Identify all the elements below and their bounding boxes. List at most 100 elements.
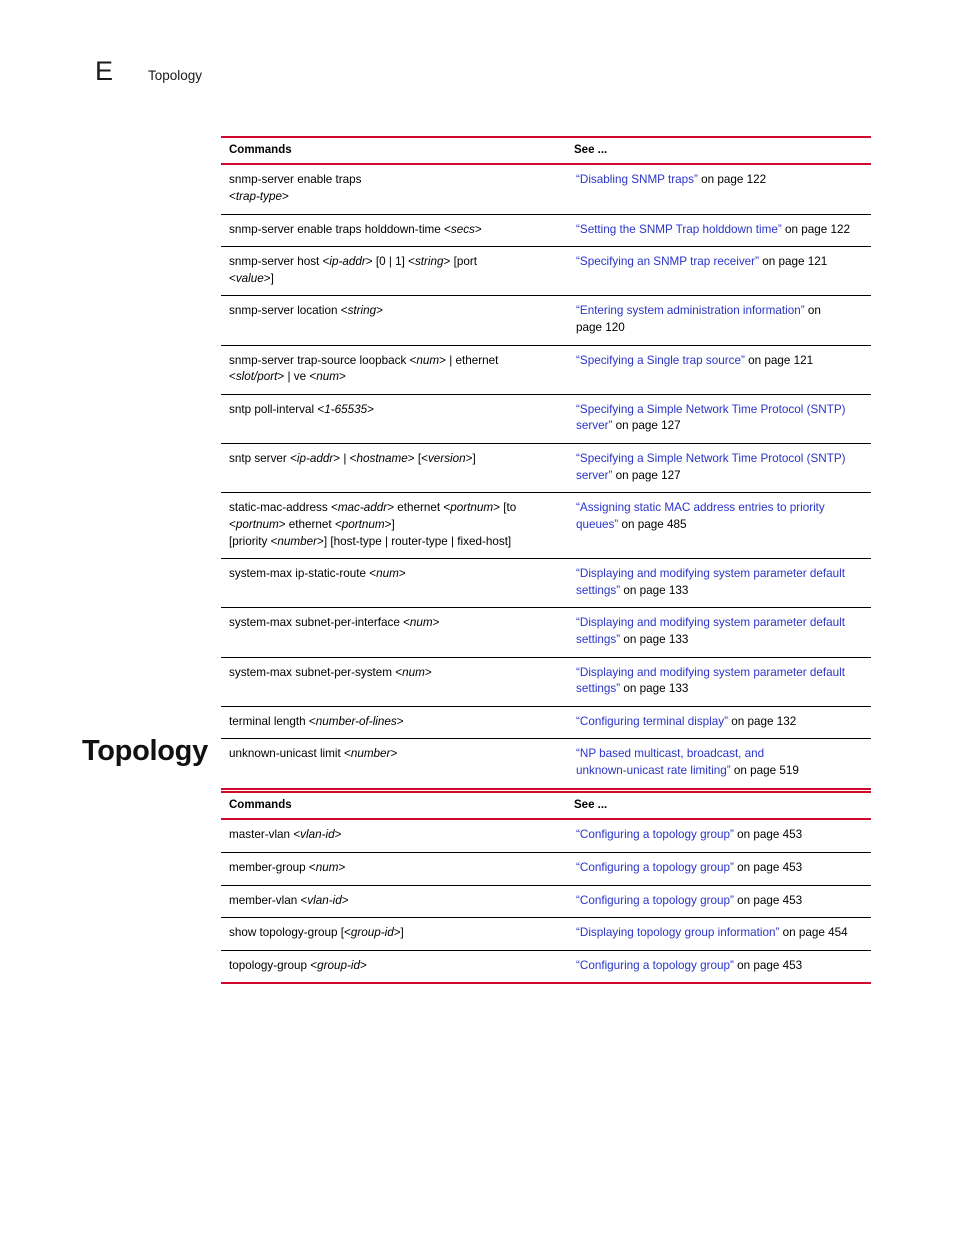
see-cell: “NP based multicast, broadcast, and unkn…: [566, 738, 871, 790]
table-row: system-max subnet-per-interface <num> “Di…: [221, 607, 871, 658]
command-syntax: sntp poll-interval <1-65535>: [229, 402, 374, 416]
command-reference-table-topology: Commands See ... master-vlan <vlan-id> “C…: [221, 790, 871, 985]
command-cell: snmp-server location <string>: [221, 295, 566, 346]
cross-reference-link[interactable]: “Specifying a Single trap source”: [576, 354, 745, 367]
cross-reference-link[interactable]: “Configuring terminal display”: [576, 715, 728, 728]
column-header-see: See ...: [566, 135, 871, 166]
see-cell: “Configuring a topology group” on page 4…: [566, 819, 871, 853]
command-syntax: static-mac-address <mac-addr> ethernet <…: [229, 501, 517, 548]
command-syntax: show topology-group [<group-id>]: [229, 926, 404, 940]
cross-reference-page: on page 122: [697, 173, 767, 187]
cross-reference-page: on page 133: [620, 682, 689, 696]
table-row: member-vlan <vlan-id> “Configuring a topo…: [221, 885, 871, 919]
running-header: E Topology: [95, 56, 202, 87]
command-syntax: terminal length <number-of-lines>: [229, 714, 404, 728]
column-header-commands: Commands: [221, 790, 566, 821]
see-cell: “Configuring a topology group” on page 4…: [566, 885, 871, 919]
table-row: system-max subnet-per-system <num> “Displ…: [221, 657, 871, 707]
command-cell: master-vlan <vlan-id>: [221, 819, 566, 853]
table-row: snmp-server host <ip-addr> [0 | 1] <stri…: [221, 246, 871, 297]
see-cell: “Assigning static MAC address entries to…: [566, 492, 871, 560]
see-cell: “Configuring a topology group” on page 4…: [566, 950, 871, 985]
table-row: snmp-server location <string> “Entering s…: [221, 295, 871, 346]
cross-reference-link[interactable]: “Assigning static MAC address entries to…: [576, 501, 825, 531]
cross-reference-page: on page 133: [620, 583, 689, 597]
table-row: show topology-group [<group-id>] “Display…: [221, 917, 871, 951]
document-page: E Topology Commands See ... snmp-server …: [0, 0, 954, 1235]
command-cell: member-group <num>: [221, 852, 566, 886]
table-header: Commands See ...: [221, 790, 871, 821]
see-cell: “Configuring a topology group” on page 4…: [566, 852, 871, 886]
table-row: terminal length <number-of-lines> “Config…: [221, 706, 871, 740]
table-header: Commands See ...: [221, 135, 871, 166]
see-cell: “Specifying a Single trap source” on pag…: [566, 345, 871, 395]
table-header-row: Commands See ...: [221, 790, 871, 821]
cross-reference-page: on page 121: [758, 255, 828, 269]
see-cell: “Entering system administration informat…: [566, 295, 871, 346]
cross-reference-link[interactable]: “Configuring a topology group”: [576, 861, 734, 874]
command-cell: system-max subnet-per-interface <num>: [221, 607, 566, 658]
command-syntax: system-max subnet-per-system <num>: [229, 665, 432, 679]
command-cell: snmp-server enable traps <trap-type>: [221, 164, 566, 215]
see-cell: “Specifying an SNMP trap receiver” on pa…: [566, 246, 871, 297]
cross-reference-page: on page 453: [733, 958, 803, 972]
command-cell: snmp-server trap-source loopback <num> |…: [221, 345, 566, 395]
cross-reference-link[interactable]: “Disabling SNMP traps”: [576, 173, 698, 186]
command-cell: system-max subnet-per-system <num>: [221, 657, 566, 707]
command-syntax: member-group <num>: [229, 860, 346, 874]
cross-reference-page: on page 121: [744, 353, 814, 367]
command-reference-table-snmp: Commands See ... snmp-server enable trap…: [221, 135, 871, 790]
command-cell: static-mac-address <mac-addr> ethernet <…: [221, 492, 566, 560]
see-cell: “Displaying and modifying system paramet…: [566, 558, 871, 609]
command-syntax: snmp-server enable traps holddown-time <…: [229, 222, 482, 236]
command-syntax: snmp-server trap-source loopback <num> |…: [229, 353, 499, 384]
cross-reference-link[interactable]: “Specifying an SNMP trap receiver”: [576, 255, 759, 268]
table-row: sntp poll-interval <1-65535> “Specifying …: [221, 394, 871, 445]
cross-reference-page: on page 454: [779, 926, 848, 940]
cross-reference-link[interactable]: “Setting the SNMP Trap holddown time”: [576, 223, 782, 236]
command-syntax: unknown-unicast limit <number>: [229, 747, 398, 761]
appendix-letter: E: [95, 56, 114, 86]
cross-reference-page: on page 453: [733, 828, 803, 842]
command-cell: snmp-server enable traps holddown-time <…: [221, 214, 566, 248]
command-syntax: topology-group <group-id>: [229, 958, 367, 972]
column-header-see: See ...: [566, 790, 871, 821]
cross-reference-link[interactable]: “Displaying and modifying system paramet…: [576, 616, 845, 646]
cross-reference-link[interactable]: “Displaying topology group information”: [576, 926, 779, 939]
command-syntax: master-vlan <vlan-id>: [229, 828, 342, 842]
cross-reference-link[interactable]: “Entering system administration informat…: [576, 304, 805, 317]
cross-reference-link[interactable]: “Displaying and modifying system paramet…: [576, 567, 845, 597]
command-cell: sntp poll-interval <1-65535>: [221, 394, 566, 445]
command-syntax: system-max ip-static-route <num>: [229, 567, 406, 581]
cross-reference-page: on page 453: [733, 860, 803, 874]
cross-reference-page: on page 485: [618, 517, 687, 531]
cross-reference-page: on page 127: [612, 419, 681, 433]
table-row: snmp-server enable traps <trap-type> “Dis…: [221, 164, 871, 215]
page-title: Topology: [82, 735, 208, 767]
table-row: static-mac-address <mac-addr> ethernet <…: [221, 492, 871, 560]
cross-reference-page: on page 127: [612, 468, 681, 482]
cross-reference-link[interactable]: “Configuring a topology group”: [576, 894, 734, 907]
see-cell: “Displaying and modifying system paramet…: [566, 607, 871, 658]
table-row: unknown-unicast limit <number> “NP based …: [221, 738, 871, 790]
table-row: sntp server <ip-addr> | <hostname> [<ver…: [221, 443, 871, 494]
cross-reference-link[interactable]: “Configuring a topology group”: [576, 959, 734, 972]
see-cell: “Configuring terminal display” on page 1…: [566, 706, 871, 740]
cross-reference-link[interactable]: “Displaying and modifying system paramet…: [576, 666, 845, 696]
cross-reference-link[interactable]: “Configuring a topology group”: [576, 828, 734, 841]
command-syntax: snmp-server location <string>: [229, 304, 383, 318]
see-cell: “Disabling SNMP traps” on page 122: [566, 164, 871, 215]
command-cell: sntp server <ip-addr> | <hostname> [<ver…: [221, 443, 566, 494]
table-header-row: Commands See ...: [221, 135, 871, 166]
command-cell: system-max ip-static-route <num>: [221, 558, 566, 609]
see-cell: “Setting the SNMP Trap holddown time” on…: [566, 214, 871, 248]
table-row: snmp-server trap-source loopback <num> |…: [221, 345, 871, 395]
cross-reference-page: on page 519: [730, 764, 799, 777]
table-row: topology-group <group-id> “Configuring a …: [221, 950, 871, 985]
cross-reference-page: on page 453: [733, 893, 803, 907]
command-syntax: member-vlan <vlan-id>: [229, 893, 349, 907]
see-cell: “Specifying a Simple Network Time Protoc…: [566, 394, 871, 445]
command-cell: topology-group <group-id>: [221, 950, 566, 985]
table-row: master-vlan <vlan-id> “Configuring a topo…: [221, 819, 871, 853]
cross-reference-page: on page 133: [620, 632, 689, 646]
